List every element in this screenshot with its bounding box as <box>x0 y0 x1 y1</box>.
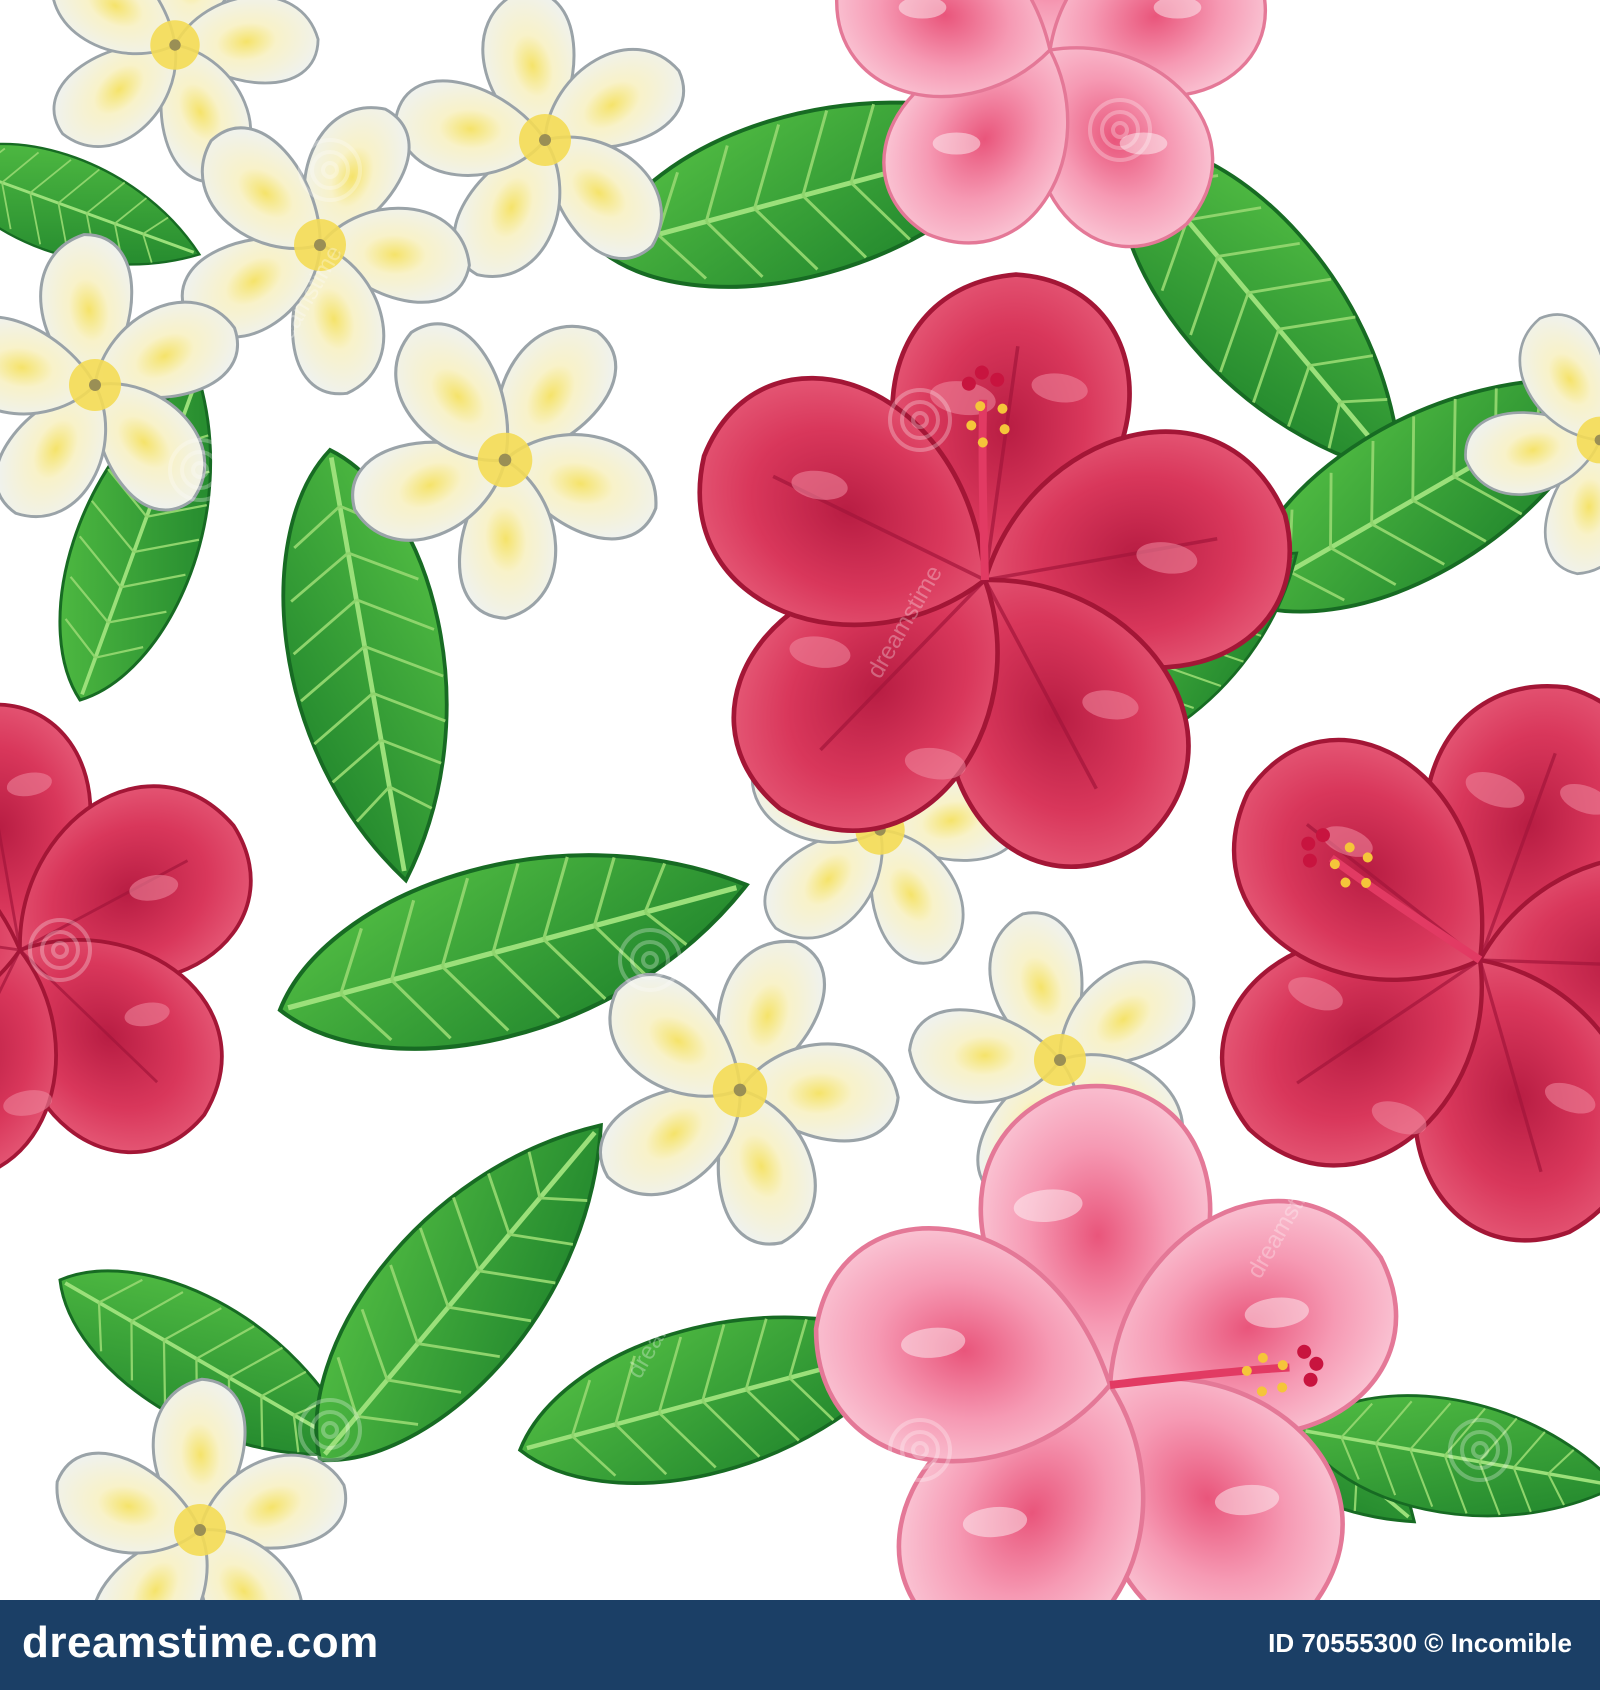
image-stage: dreamstime dreamstime dreamstime dreamst… <box>0 0 1600 1690</box>
tropical-pattern-illustration: dreamstime dreamstime dreamstime dreamst… <box>0 0 1600 1600</box>
brand-text: dreamstime.com <box>22 1618 379 1667</box>
image-credit: ID 70555300 © Incomible <box>1268 1628 1572 1658</box>
watermark-footer-bar: dreamstime.com ID 70555300 © Incomible <box>0 1600 1600 1690</box>
